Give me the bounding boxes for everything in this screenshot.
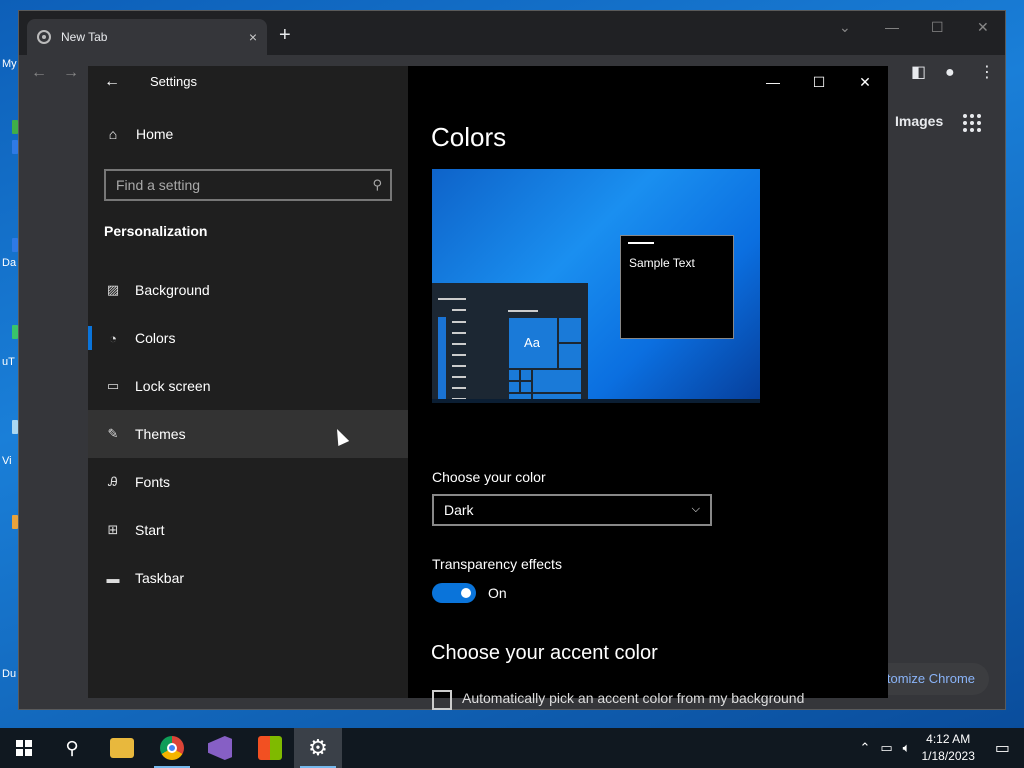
start-icon: ⊞ xyxy=(107,522,119,537)
system-tray: ⌃ ▭ 🔈︎ 4:12 AM 1/18/2023 ▭ xyxy=(854,728,1024,768)
sidebar-item-colors[interactable]: ◔ Colors xyxy=(88,314,408,362)
visual-studio-button[interactable] xyxy=(196,728,244,768)
search-icon: ⚲ xyxy=(372,177,382,192)
google-apps-icon[interactable] xyxy=(963,114,981,132)
auto-accent-label: Automatically pick an accent color from … xyxy=(462,690,805,706)
clock[interactable]: 4:12 AM 1/18/2023 xyxy=(921,731,974,765)
nav-home[interactable]: ⌂ Home xyxy=(104,126,174,142)
back-arrow-icon[interactable]: ← xyxy=(31,64,47,82)
app-title: Settings xyxy=(150,74,197,89)
start-button[interactable] xyxy=(0,728,48,768)
notification-icon[interactable]: ▭ xyxy=(995,738,1010,758)
kebab-menu-icon[interactable]: ⋮ xyxy=(979,64,995,82)
themes-icon: ✎ xyxy=(107,426,119,441)
forward-arrow-icon[interactable]: → xyxy=(63,64,79,82)
toggle-knob xyxy=(461,588,471,598)
color-preview: Aa Sample Text xyxy=(432,169,760,403)
sidebar-item-label: Taskbar xyxy=(135,570,185,586)
new-tab-button[interactable]: + xyxy=(279,25,291,45)
desktop-label-vi[interactable]: Vi xyxy=(2,455,12,467)
transparency-toggle[interactable] xyxy=(432,583,476,603)
close-tab-icon[interactable]: × xyxy=(249,29,257,45)
settings-icon: ⚙ xyxy=(308,735,328,760)
sidebar-item-label: Themes xyxy=(135,426,186,442)
chevron-down-icon[interactable]: ⌄ xyxy=(839,19,851,36)
minimize-icon[interactable]: — xyxy=(885,19,899,35)
sidebar-item-taskbar[interactable]: ▬ Taskbar xyxy=(88,554,408,602)
preview-taskbar xyxy=(432,399,760,403)
desktop-label-da[interactable]: Da xyxy=(2,257,16,269)
store-button[interactable] xyxy=(246,728,294,768)
accent-color-title: Choose your accent color xyxy=(431,642,658,664)
chrome-tab-strip: New Tab × + ⌄ — ☐ ✕ xyxy=(19,11,1005,55)
choose-color-label: Choose your color xyxy=(432,469,546,485)
page-title: Colors xyxy=(431,122,507,152)
sidebar-item-start[interactable]: ⊞ Start xyxy=(88,506,408,554)
preview-window: Sample Text xyxy=(620,235,734,339)
chrome-tab-new-tab[interactable]: New Tab × xyxy=(27,19,267,55)
profile-icon[interactable]: ● xyxy=(945,64,955,82)
settings-taskbar-button[interactable]: ⚙ xyxy=(294,728,342,768)
desktop-label-ut[interactable]: uT xyxy=(2,356,15,368)
transparency-label: Transparency effects xyxy=(432,556,562,572)
google-images-link[interactable]: Images xyxy=(895,113,943,129)
preview-sample-text: Sample Text xyxy=(629,256,695,270)
nav-home-label: Home xyxy=(136,126,174,142)
clock-date: 1/18/2023 xyxy=(921,749,975,763)
chrome-tab-title: New Tab xyxy=(61,30,108,44)
clock-time: 4:12 AM xyxy=(926,732,971,746)
sidebar-item-label: Fonts xyxy=(135,474,171,490)
preview-tile-text: Aa xyxy=(524,335,540,350)
search-icon[interactable]: ⚲ xyxy=(48,728,96,768)
taskbar: ⚲ ⚙ ⌃ ▭ 🔈︎ 4:12 AM 1/18/2023 ▭ xyxy=(0,728,1024,768)
desktop-label-du[interactable]: Du xyxy=(2,668,16,680)
settings-sidebar: ← Settings ⌂ Home ⚲ Personalization ▨ Ba… xyxy=(88,66,408,698)
side-panel-icon[interactable]: ◧ xyxy=(911,64,926,82)
store-icon xyxy=(258,736,282,760)
close-window-icon[interactable]: ✕ xyxy=(977,19,989,36)
close-window-icon[interactable]: ✕ xyxy=(850,72,880,92)
network-icon[interactable]: ▭ xyxy=(880,740,892,756)
chevron-down-icon: ⌵ xyxy=(691,503,700,515)
maximize-icon[interactable]: ☐ xyxy=(931,19,944,36)
home-icon: ⌂ xyxy=(108,126,118,142)
sidebar-item-label: Colors xyxy=(135,330,176,346)
transparency-state: On xyxy=(488,585,507,601)
image-icon: ▨ xyxy=(106,282,120,297)
lock-screen-icon: ▭ xyxy=(106,378,120,393)
preview-start-menu: Aa xyxy=(432,283,588,403)
fonts-icon: Ꭿ xyxy=(108,474,118,489)
sidebar-item-background[interactable]: ▨ Background xyxy=(88,266,408,314)
sidebar-item-themes[interactable]: ✎ Themes xyxy=(88,410,408,458)
selection-indicator xyxy=(88,326,92,350)
palette-icon: ◔ xyxy=(109,330,117,346)
chrome-button[interactable] xyxy=(148,728,196,768)
section-title: Personalization xyxy=(104,223,208,239)
file-explorer-icon xyxy=(110,738,134,758)
chrome-icon xyxy=(160,736,184,760)
windows-logo-icon xyxy=(16,740,32,756)
settings-content: — ☐ ✕ Colors Aa Sample Text Choose your … xyxy=(408,66,888,710)
sidebar-item-lock-screen[interactable]: ▭ Lock screen xyxy=(88,362,408,410)
desktop-label-my[interactable]: My xyxy=(2,58,17,70)
sidebar-item-fonts[interactable]: Ꭿ Fonts xyxy=(88,458,408,506)
sidebar-item-label: Lock screen xyxy=(135,378,211,394)
settings-window: ← Settings ⌂ Home ⚲ Personalization ▨ Ba… xyxy=(88,66,888,710)
sidebar-item-label: Background xyxy=(135,282,210,298)
auto-accent-checkbox[interactable] xyxy=(432,690,452,710)
search-input[interactable] xyxy=(106,171,390,199)
file-explorer-button[interactable] xyxy=(98,728,146,768)
chevron-up-icon[interactable]: ⌃ xyxy=(859,740,870,756)
taskbar-icon: ▬ xyxy=(106,570,120,586)
chrome-tab-favicon-icon xyxy=(37,30,51,44)
visual-studio-icon xyxy=(208,736,232,760)
back-arrow-icon[interactable]: ← xyxy=(102,72,122,92)
sidebar-item-label: Start xyxy=(135,522,165,538)
volume-icon[interactable]: 🔈︎ xyxy=(903,740,911,756)
choose-color-value: Dark xyxy=(444,502,474,518)
minimize-icon[interactable]: — xyxy=(758,72,788,92)
maximize-icon[interactable]: ☐ xyxy=(804,72,834,92)
settings-search[interactable]: ⚲ xyxy=(104,169,392,201)
choose-color-dropdown[interactable]: Dark ⌵ xyxy=(432,494,712,526)
